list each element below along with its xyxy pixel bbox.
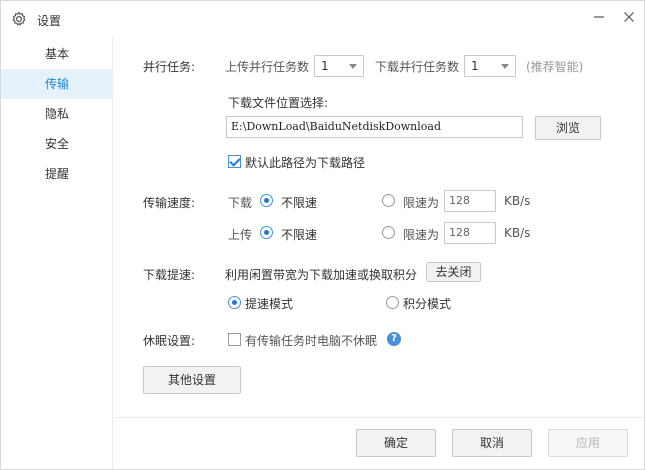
recommend-hint: (推荐智能) xyxy=(526,60,584,74)
download-limit-unit: KB/s xyxy=(504,194,531,208)
no-sleep-label: 有传输任务时电脑不休眠 xyxy=(245,334,378,348)
default-path-label: 默认此路径为下载路径 xyxy=(245,156,366,170)
minimize-icon[interactable] xyxy=(589,7,609,27)
window-title: 设置 xyxy=(37,14,62,28)
upload-limit-radio[interactable] xyxy=(382,226,395,239)
points-mode-radio[interactable] xyxy=(386,296,399,309)
speed-section-label: 传输速度: xyxy=(143,196,196,210)
download-unlimited-label: 不限速 xyxy=(281,196,318,210)
chevron-down-icon xyxy=(501,64,509,69)
help-icon[interactable]: ? xyxy=(387,332,401,346)
settings-window: 设置 基本 传输 隐私 安全 提醒 并行任务: 上传并行任务数 1 下载并行任务… xyxy=(0,0,645,470)
speed-mode-label: 提速模式 xyxy=(245,297,294,311)
browse-button[interactable]: 浏览 xyxy=(535,116,601,140)
cancel-button[interactable]: 取消 xyxy=(452,429,532,457)
upload-speed-label: 上传 xyxy=(228,228,253,242)
speed-mode-radio[interactable] xyxy=(228,296,241,309)
sidebar: 基本 传输 隐私 安全 提醒 xyxy=(1,37,113,469)
apply-button[interactable]: 应用 xyxy=(548,429,628,457)
sidebar-item-privacy[interactable]: 隐私 xyxy=(1,99,113,129)
upload-parallel-select[interactable]: 1 xyxy=(314,55,364,77)
ok-button[interactable]: 确定 xyxy=(356,429,436,457)
title-bar: 设置 xyxy=(1,1,644,37)
upload-parallel-label: 上传并行任务数 xyxy=(225,60,310,74)
download-limit-input[interactable]: 128 xyxy=(444,190,496,212)
download-parallel-select[interactable]: 1 xyxy=(464,55,516,77)
boost-close-button[interactable]: 去关闭 xyxy=(426,262,481,282)
download-location-label: 下载文件位置选择: xyxy=(228,96,329,110)
upload-unlimited-radio[interactable] xyxy=(260,226,273,239)
sidebar-item-basic[interactable]: 基本 xyxy=(1,39,113,69)
sidebar-item-reminder[interactable]: 提醒 xyxy=(1,159,113,189)
dialog-footer: 确定 取消 应用 xyxy=(114,417,644,469)
upload-limit-unit: KB/s xyxy=(504,226,531,240)
points-mode-label: 积分模式 xyxy=(403,297,452,311)
parallel-section-label: 并行任务: xyxy=(143,60,196,74)
other-settings-button[interactable]: 其他设置 xyxy=(143,366,241,394)
sidebar-item-transfer[interactable]: 传输 xyxy=(1,69,113,99)
sleep-section-label: 休眠设置: xyxy=(143,334,196,348)
download-parallel-label: 下载并行任务数 xyxy=(375,60,460,74)
download-speed-label: 下载 xyxy=(228,196,253,210)
transfer-settings-panel: 并行任务: 上传并行任务数 1 下载并行任务数 1 (推荐智能) 下载文件位置选… xyxy=(114,37,644,417)
gear-icon xyxy=(11,11,27,27)
upload-parallel-value: 1 xyxy=(321,59,329,73)
upload-unlimited-label: 不限速 xyxy=(281,228,318,242)
upload-limit-input[interactable]: 128 xyxy=(444,222,496,244)
upload-limit-label: 限速为 xyxy=(403,228,440,242)
download-limit-label: 限速为 xyxy=(403,196,440,210)
close-icon[interactable] xyxy=(619,7,639,27)
download-limit-radio[interactable] xyxy=(382,194,395,207)
download-parallel-value: 1 xyxy=(471,59,479,73)
download-path-input[interactable]: E:\DownLoad\BaiduNetdiskDownload xyxy=(226,116,523,138)
default-path-checkbox[interactable] xyxy=(228,155,241,168)
boost-description: 利用闲置带宽为下载加速或换取积分 xyxy=(225,268,418,282)
boost-section-label: 下载提速: xyxy=(143,268,196,282)
chevron-down-icon xyxy=(349,64,357,69)
download-unlimited-radio[interactable] xyxy=(260,194,273,207)
no-sleep-checkbox[interactable] xyxy=(228,333,241,346)
sidebar-item-security[interactable]: 安全 xyxy=(1,129,113,159)
